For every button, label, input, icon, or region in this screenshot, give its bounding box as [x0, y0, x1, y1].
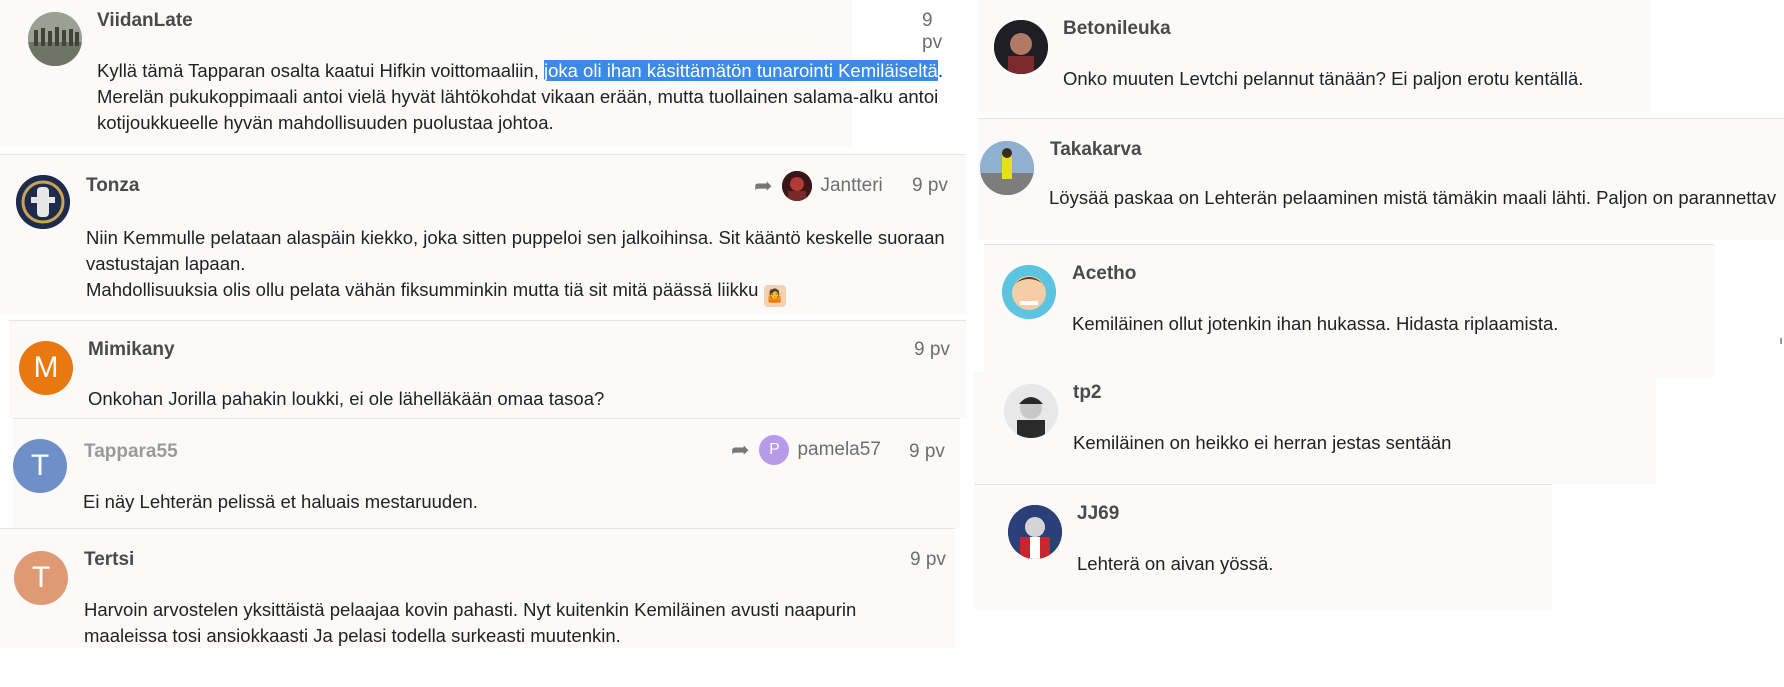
post-body: Onko muuten Levtchi pelannut tänään? Ei …	[1063, 68, 1584, 89]
post-body: Kemiläinen ollut jotenkin ihan hukassa. …	[1072, 313, 1559, 334]
avatar-betonileuka[interactable]	[994, 20, 1048, 74]
reply-arrow-icon: ➦	[731, 437, 750, 462]
post-body: Onkohan Jorilla pahakin loukki, ei ole l…	[88, 388, 605, 409]
post-body: Kyllä tämä Tapparan osalta kaatui Hifkin…	[97, 60, 943, 133]
avatar-tappara55[interactable]: T	[13, 439, 67, 493]
avatar-mimikany[interactable]: M	[19, 341, 73, 395]
username[interactable]: Tappara55	[84, 441, 178, 463]
shrug-emoji-icon: 🤷	[763, 285, 786, 307]
username[interactable]: ViidanLate	[97, 10, 193, 32]
post-date[interactable]: 9 pv	[914, 339, 950, 361]
avatar-tp2[interactable]	[1004, 384, 1058, 438]
reply-to[interactable]: ➦ Jantteri	[754, 171, 883, 201]
post-takakarva: Takakarva Löysää paskaa on Lehterän pela…	[978, 118, 1784, 240]
avatar-jantteri	[782, 171, 813, 201]
post-body: Harvoin arvostelen yksittäistä pelaajaa …	[84, 599, 857, 646]
post-betonileuka: Betonileuka Onko muuten Levtchi pelannut…	[978, 0, 1650, 112]
post-date[interactable]: 9 pv	[912, 175, 948, 197]
username[interactable]: Mimikany	[88, 339, 175, 361]
reply-arrow-icon: ➦	[754, 173, 773, 198]
reply-to[interactable]: ➦ P pamela57	[731, 435, 881, 465]
username[interactable]: Tonza	[86, 175, 139, 197]
post-tappara55: T Tappara55 ➦ P pamela57 9 pv Ei näy Leh…	[13, 418, 960, 528]
scrollbar-marker[interactable]	[1780, 338, 1782, 344]
post-body: Lehterä on aivan yössä.	[1077, 553, 1274, 574]
post-body: Ei näy Lehterän pelissä et haluais mesta…	[83, 491, 478, 512]
username[interactable]: Takakarva	[1050, 139, 1142, 161]
post-tp2: tp2 Kemiläinen on heikko ei herran jesta…	[974, 372, 1656, 484]
post-date[interactable]: 9 pv	[909, 441, 945, 463]
post-tertsi: T Tertsi 9 pv Harvoin arvostelen yksittä…	[0, 528, 955, 648]
reply-username: Jantteri	[820, 175, 883, 196]
username[interactable]: tp2	[1073, 382, 1102, 404]
avatar-viidanlate[interactable]	[28, 12, 82, 66]
avatar-takakarva[interactable]	[980, 141, 1034, 195]
avatar-tertsi[interactable]: T	[14, 551, 68, 605]
avatar-jj69[interactable]	[1008, 505, 1062, 559]
post-mimikany: M Mimikany 9 pv Onkohan Jorilla pahakin …	[9, 320, 966, 418]
post-date[interactable]: 9 pv	[910, 549, 946, 571]
username[interactable]: Acetho	[1072, 263, 1136, 285]
avatar-tonza[interactable]	[16, 175, 70, 229]
selected-text: joka oli ihan käsittämätön tunarointi Ke…	[543, 60, 938, 81]
post-body: Niin Kemmulle pelataan alaspäin kiekko, …	[86, 225, 946, 307]
username[interactable]: Tertsi	[84, 549, 134, 571]
avatar-pamela57: P	[759, 435, 790, 465]
avatar-acetho[interactable]	[1002, 265, 1056, 319]
post-date[interactable]: 9 pv	[922, 10, 942, 54]
post-tonza: Tonza ➦ Jantteri 9 pv Niin Kemmulle pela…	[0, 154, 966, 314]
username[interactable]: Betonileuka	[1063, 18, 1171, 40]
post-acetho: Acetho Kemiläinen ollut jotenkin ihan hu…	[984, 244, 1714, 378]
reply-username: pamela57	[797, 439, 881, 460]
post-body: Kemiläinen on heikko ei herran jestas se…	[1073, 432, 1452, 453]
post-body: Löysää paskaa on Lehterän pelaaminen mis…	[1049, 187, 1777, 208]
username[interactable]: JJ69	[1077, 503, 1119, 525]
post-jj69: JJ69 Lehterä on aivan yössä.	[974, 484, 1552, 610]
post-viidanlate: ViidanLate 9 pv Kyllä tämä Tapparan osal…	[0, 0, 943, 146]
